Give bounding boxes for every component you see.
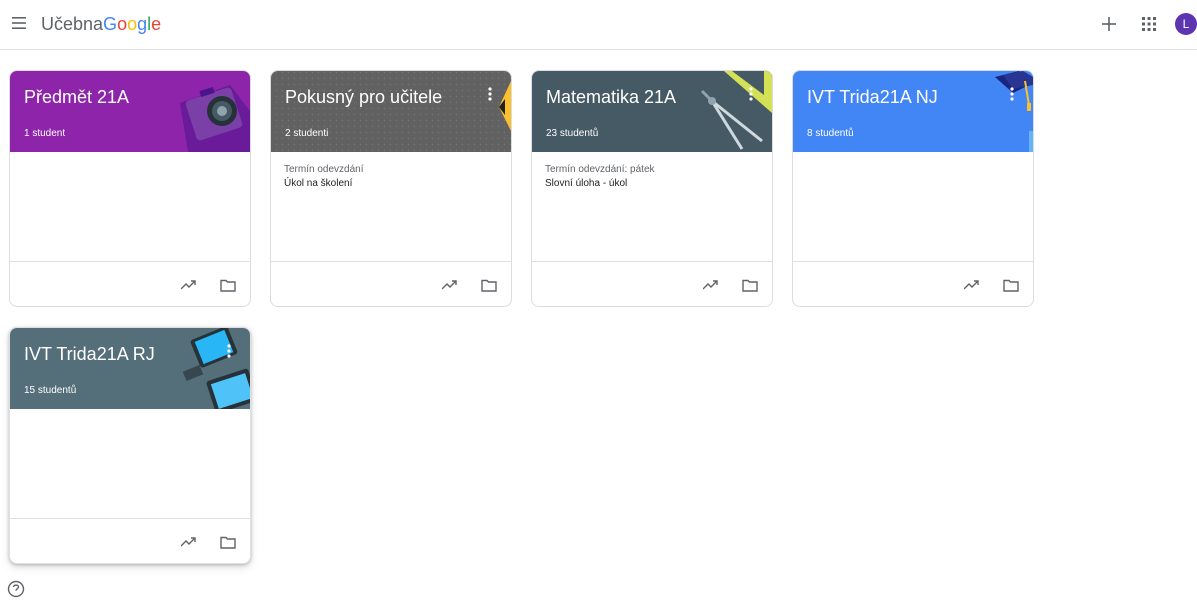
class-card-header[interactable]: Pokusný pro učitele 2 studenti xyxy=(271,71,511,152)
more-vert-icon[interactable] xyxy=(744,85,758,103)
class-title: Pokusný pro učitele xyxy=(285,87,443,107)
trending-up-icon[interactable] xyxy=(700,274,722,296)
class-card-footer xyxy=(271,261,511,306)
more-vert-icon[interactable] xyxy=(483,85,497,103)
class-card: Předmět 21A 1 student xyxy=(9,70,251,307)
folder-icon[interactable] xyxy=(478,274,500,296)
graduation-cap-illustration xyxy=(995,71,1033,152)
class-title: Předmět 21A xyxy=(24,87,130,107)
hamburger-menu-icon[interactable] xyxy=(8,12,30,34)
pencil-illustration xyxy=(271,71,511,152)
student-count: 8 studentů xyxy=(807,128,854,139)
folder-icon[interactable] xyxy=(217,531,239,553)
class-card-footer xyxy=(532,261,772,306)
class-card-body xyxy=(10,409,250,518)
class-card-header[interactable]: Matematika 21A 23 studentů xyxy=(532,71,772,152)
class-title: IVT Trida21A NJ xyxy=(807,87,938,107)
class-card-header[interactable]: IVT Trida21A NJ 8 studentů xyxy=(793,71,1033,152)
more-vert-icon[interactable] xyxy=(1005,85,1019,103)
class-card: IVT Trida21A NJ 8 studentů xyxy=(792,70,1034,307)
due-assignment-link[interactable]: Úkol na školení xyxy=(284,178,352,189)
folder-icon[interactable] xyxy=(739,274,761,296)
class-card-header[interactable]: IVT Trida21A RJ 15 studentů xyxy=(10,328,250,409)
apps-grid-icon[interactable] xyxy=(1138,13,1160,35)
class-title: Matematika 21A xyxy=(546,87,677,107)
class-card: Matematika 21A 23 studentů Termín odevzd… xyxy=(531,70,773,307)
app-name: Učebna xyxy=(41,14,104,34)
trending-up-icon[interactable] xyxy=(961,274,983,296)
class-card-footer xyxy=(10,261,250,306)
google-letter: o xyxy=(127,14,138,34)
google-letter: o xyxy=(117,14,128,34)
class-card-body: Termín odevzdání Úkol na školení xyxy=(271,152,511,261)
due-assignment-link[interactable]: Slovní úloha - úkol xyxy=(545,178,627,189)
class-card-body xyxy=(10,152,250,261)
student-count: 1 student xyxy=(24,128,66,139)
camera-illustration xyxy=(180,85,250,152)
more-vert-icon[interactable] xyxy=(222,342,236,360)
trending-up-icon[interactable] xyxy=(178,274,200,296)
class-title: IVT Trida21A RJ xyxy=(24,344,155,364)
folder-icon[interactable] xyxy=(217,274,239,296)
student-count: 15 studentů xyxy=(24,385,77,396)
tablets-illustration xyxy=(182,328,250,409)
class-card-footer xyxy=(10,518,250,563)
google-letter: e xyxy=(151,14,162,34)
avatar[interactable]: L xyxy=(1175,13,1197,35)
due-date-label: Termín odevzdání: pátek xyxy=(545,164,655,175)
class-card-body xyxy=(793,152,1033,261)
student-count: 2 studenti xyxy=(285,128,329,139)
class-card: IVT Trida21A RJ 15 studentů xyxy=(9,327,251,564)
google-letter: g xyxy=(137,14,148,34)
plus-icon[interactable] xyxy=(1098,13,1120,35)
class-card-footer xyxy=(793,261,1033,306)
folder-icon[interactable] xyxy=(1000,274,1022,296)
help-icon[interactable] xyxy=(7,580,25,598)
google-letter: G xyxy=(103,14,118,34)
trending-up-icon[interactable] xyxy=(439,274,461,296)
compass-illustration xyxy=(700,71,772,150)
top-bar: UčebnaGoogle L xyxy=(0,0,1197,50)
student-count: 23 studentů xyxy=(546,128,599,139)
due-date-label: Termín odevzdání xyxy=(284,164,364,175)
class-card-body: Termín odevzdání: pátek Slovní úloha - ú… xyxy=(532,152,772,261)
class-card-header[interactable]: Předmět 21A 1 student xyxy=(10,71,250,152)
trending-up-icon[interactable] xyxy=(178,531,200,553)
app-logo[interactable]: UčebnaGoogle xyxy=(41,13,161,35)
class-card: Pokusný pro učitele 2 studenti Termín od… xyxy=(270,70,512,307)
